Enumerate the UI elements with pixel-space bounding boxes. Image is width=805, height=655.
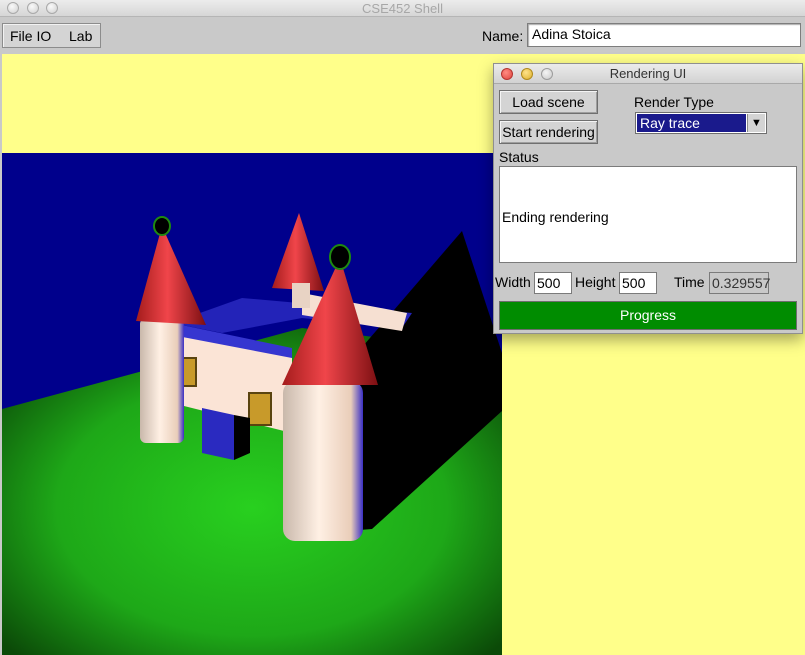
- rendering-ui-titlebar: Rendering UI: [494, 64, 802, 84]
- time-output: 0.329557: [709, 272, 770, 294]
- height-input[interactable]: 500: [619, 272, 657, 294]
- tower-front-ball: [329, 244, 351, 270]
- status-output: Ending rendering: [499, 166, 797, 263]
- window-title: CSE452 Shell: [362, 1, 443, 16]
- main-titlebar: CSE452 Shell: [0, 0, 805, 17]
- castle-door: [202, 408, 234, 460]
- progress-bar: Progress: [499, 301, 797, 330]
- render-type-label: Render Type: [634, 94, 714, 110]
- close-icon[interactable]: [7, 2, 19, 14]
- time-label: Time: [674, 274, 705, 290]
- status-text: Ending rendering: [502, 209, 609, 225]
- height-label: Height: [575, 274, 616, 290]
- menu-lab[interactable]: Lab: [69, 28, 92, 44]
- window-right: [248, 392, 272, 426]
- start-rendering-button[interactable]: Start rendering: [499, 120, 598, 144]
- toolbar: File IO Lab Name: Adina Stoica: [0, 18, 805, 54]
- zoom-icon[interactable]: [46, 2, 58, 14]
- minimize-icon[interactable]: [521, 68, 533, 80]
- minimize-icon[interactable]: [27, 2, 39, 14]
- render-type-select[interactable]: Ray trace ▼: [635, 112, 767, 134]
- tower-left: [140, 318, 184, 443]
- width-label: Width: [495, 274, 531, 290]
- rendering-ui-title: Rendering UI: [609, 66, 687, 81]
- width-input[interactable]: 500: [534, 272, 572, 294]
- rendering-ui-window: Rendering UI Load scene Start rendering …: [493, 63, 803, 334]
- progress-label: Progress: [619, 307, 677, 323]
- name-label: Name:: [482, 28, 524, 44]
- tower-left-ball: [153, 216, 171, 236]
- chevron-down-icon[interactable]: ▼: [747, 114, 765, 132]
- load-scene-button[interactable]: Load scene: [499, 90, 598, 114]
- tower-front: [283, 381, 363, 541]
- close-icon[interactable]: [501, 68, 513, 80]
- ray-traced-castle-image: [2, 153, 502, 655]
- menu-file-io[interactable]: File IO: [10, 28, 51, 44]
- name-input[interactable]: Adina Stoica: [527, 23, 801, 47]
- render-type-value: Ray trace: [637, 114, 746, 132]
- menu-bar: File IO Lab: [2, 23, 101, 48]
- zoom-icon[interactable]: [541, 68, 553, 80]
- status-label: Status: [499, 149, 539, 165]
